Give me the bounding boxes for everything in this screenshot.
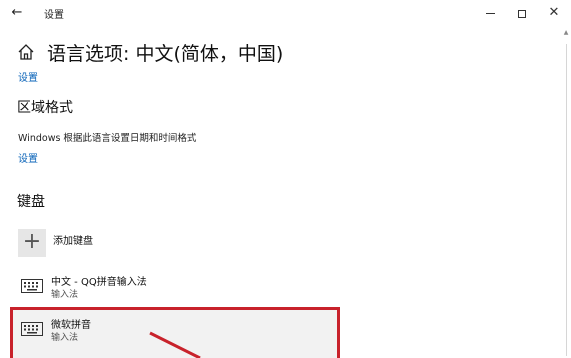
close-icon: ✕ <box>548 5 560 20</box>
title-bar: ← 设置 ✕ <box>0 0 571 26</box>
scrollbar[interactable]: ▲ <box>562 28 570 358</box>
region-settings-link[interactable]: 设置 <box>18 150 38 165</box>
page-title: 语言选项: 中文(简体，中国) <box>47 43 284 65</box>
minimize-button[interactable] <box>474 2 506 24</box>
scroll-thumb[interactable] <box>566 44 567 356</box>
keyboard-icon <box>21 279 43 293</box>
app-title: 设置 <box>44 10 64 21</box>
minimize-icon <box>485 13 495 14</box>
keyboard-item-name: 微软拼音 <box>51 320 91 331</box>
home-icon[interactable] <box>17 43 35 61</box>
scroll-up-icon[interactable]: ▲ <box>562 28 570 38</box>
maximize-icon <box>518 9 526 18</box>
add-keyboard-button[interactable]: + 添加键盘 <box>18 229 278 259</box>
keyboard-item-name: 中文 - QQ拼音输入法 <box>51 277 147 288</box>
add-keyboard-label: 添加键盘 <box>53 236 93 247</box>
close-button[interactable]: ✕ <box>538 2 570 24</box>
back-arrow-icon[interactable]: ← <box>6 3 28 23</box>
keyboard-item-qq-pinyin[interactable]: 中文 - QQ拼音输入法 输入法 <box>18 272 318 302</box>
keyboard-item-type: 输入法 <box>51 333 79 343</box>
region-format-heading: 区域格式 <box>17 100 73 116</box>
maximize-button[interactable] <box>506 2 538 24</box>
settings-link[interactable]: 设置 <box>18 69 38 84</box>
plus-icon: + <box>18 229 46 257</box>
region-format-description: Windows 根据此语言设置日期和时间格式 <box>18 133 197 144</box>
keyboard-icon <box>21 322 43 336</box>
annotation-arrow <box>149 331 201 358</box>
keyboard-item-type: 输入法 <box>51 290 79 300</box>
keyboard-heading: 键盘 <box>17 194 45 210</box>
